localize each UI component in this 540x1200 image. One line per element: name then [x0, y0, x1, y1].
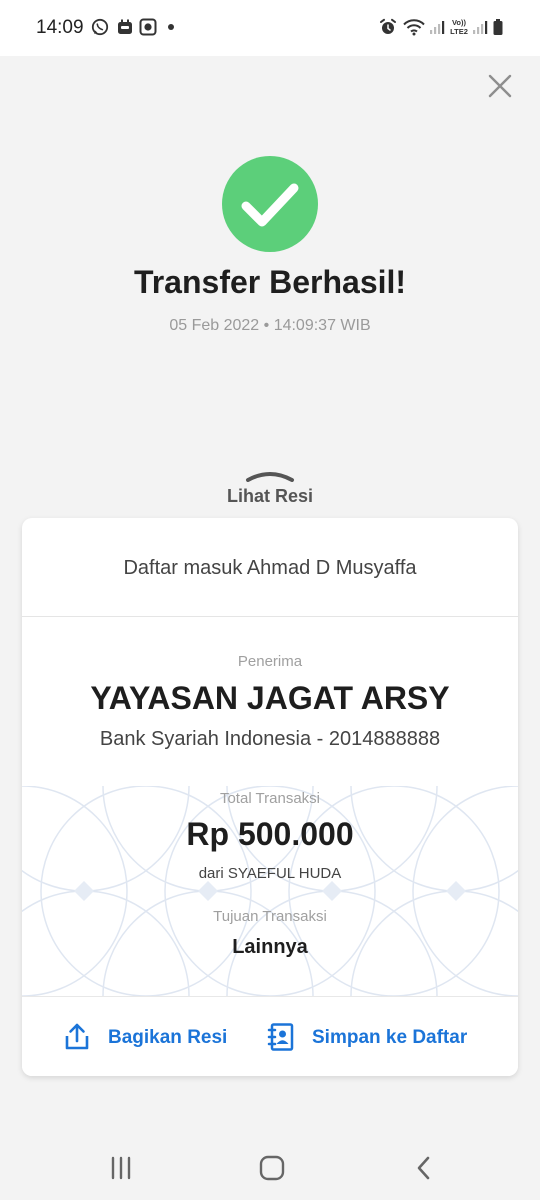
signal-icon	[430, 21, 445, 34]
page-title: Transfer Berhasil!	[133, 264, 407, 300]
home-icon[interactable]	[254, 1154, 290, 1182]
purpose-label: Tujuan Transaksi	[213, 908, 327, 925]
volte-lte2-icon: Vo)) LTE2	[450, 18, 468, 36]
navigation-bar	[0, 1136, 540, 1200]
card-header: Daftar masuk Ahmad D Musyaffa	[22, 518, 518, 617]
share-receipt-label: Bagikan Resi	[108, 1027, 228, 1048]
view-receipt-label: Lihat Resi	[226, 486, 314, 506]
recents-icon[interactable]	[103, 1154, 139, 1182]
dot-icon	[168, 24, 174, 30]
contact-book-icon	[267, 1023, 294, 1051]
whatsapp-icon	[91, 18, 109, 36]
recipient-label: Penerima	[237, 653, 303, 670]
card-actions: Bagikan Resi Simpan ke Daftar	[22, 996, 518, 1076]
share-receipt-button[interactable]: Bagikan Resi	[62, 997, 242, 1076]
svg-text:LTE2: LTE2	[450, 27, 468, 36]
share-icon	[65, 1023, 89, 1050]
success-circle-bg	[222, 156, 318, 252]
svg-text:Vo)): Vo))	[452, 18, 467, 27]
alarm-icon	[380, 18, 396, 34]
back-icon[interactable]	[406, 1154, 442, 1182]
sender-name: dari SYAEFUL HUDA	[198, 865, 342, 882]
transaction-datetime: 05 Feb 2022 • 14:09:37 WIB	[169, 317, 371, 334]
signal-icon	[473, 21, 488, 34]
receipt-card: Daftar masuk Ahmad D Musyaffa Penerima Y…	[22, 518, 518, 1076]
status-time: 14:09	[36, 17, 84, 38]
close-icon[interactable]	[480, 68, 520, 108]
wifi-icon	[403, 19, 425, 36]
screen-record-icon	[139, 18, 157, 36]
save-to-list-label: Simpan ke Daftar	[312, 1027, 468, 1048]
recipient-name: YAYASAN JAGAT ARSY	[90, 680, 450, 716]
account-list-text: Daftar masuk Ahmad D Musyaffa	[123, 557, 417, 579]
chevron-up-icon	[246, 472, 294, 482]
checkmark-icon	[222, 156, 318, 252]
status-bar: 14:09 Vo)) LTE2	[0, 0, 540, 56]
transaction-amount: Rp 500.000	[186, 816, 354, 852]
transaction-purpose: Lainnya	[232, 936, 308, 958]
battery-icon	[493, 19, 503, 35]
total-label: Total Transaksi	[219, 790, 321, 807]
view-receipt-toggle[interactable]: Lihat Resi	[220, 466, 320, 510]
notification-icon	[118, 19, 132, 34]
recipient-bank-account: Bank Syariah Indonesia - 2014888888	[99, 728, 441, 750]
save-to-list-button[interactable]: Simpan ke Daftar	[266, 997, 496, 1076]
